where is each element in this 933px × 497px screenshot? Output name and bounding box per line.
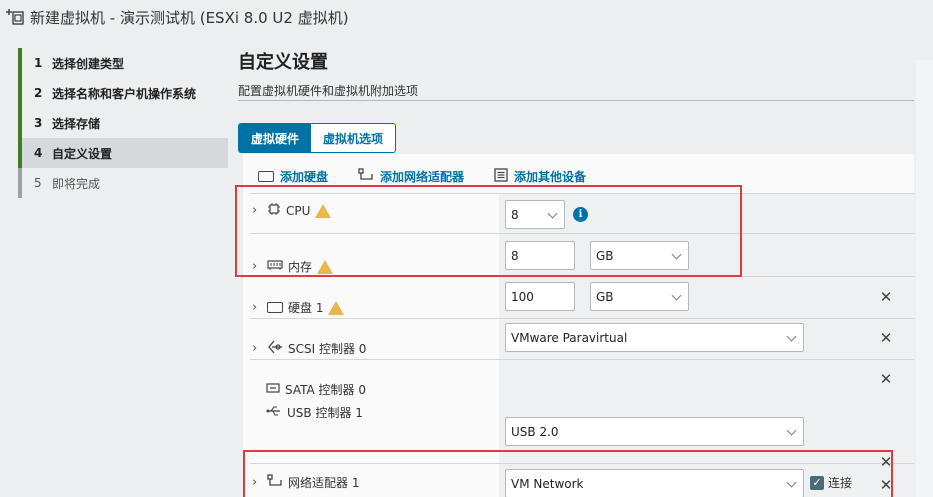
step-label: 选择创建类型 xyxy=(52,56,125,71)
hard-disk-row-label[interactable]: › 硬盘 1 xyxy=(252,299,345,316)
step-select-storage[interactable]: 3 选择存储 xyxy=(18,108,228,138)
scsi-label: SCSI 控制器 0 xyxy=(288,342,367,356)
remove-sata-button[interactable]: ✕ xyxy=(879,370,893,388)
step-label: 自定义设置 xyxy=(52,146,113,161)
hard-disk-icon xyxy=(267,302,283,313)
remove-scsi-button[interactable]: ✕ xyxy=(879,329,893,347)
add-hard-disk-label: 添加硬盘 xyxy=(280,170,329,184)
step-number: 3 xyxy=(34,116,43,130)
highlight-box-cpu-memory xyxy=(235,185,742,277)
usb-type-select[interactable]: USB 2.0 xyxy=(505,417,804,446)
expand-chevron-icon[interactable]: › xyxy=(252,341,262,356)
usb-type-value: USB 2.0 xyxy=(511,424,559,439)
hard-disk-unit-value: GB xyxy=(596,289,614,304)
usb-icon xyxy=(266,405,282,420)
step-number: 4 xyxy=(34,146,43,160)
tab-vm-options[interactable]: 虚拟机选项 xyxy=(311,124,396,152)
main-header: 自定义设置 配置虚拟机硬件和虚拟机附加选项 xyxy=(238,44,914,99)
hard-disk-icon xyxy=(258,171,274,182)
step-label: 即将完成 xyxy=(52,176,101,191)
step-number: 5 xyxy=(34,176,42,190)
hard-disk-size-value: 100 xyxy=(511,289,534,304)
hard-disk-label: 硬盘 1 xyxy=(288,301,324,315)
scsi-row-label[interactable]: › SCSI 控制器 0 xyxy=(252,340,366,357)
warning-icon xyxy=(328,300,345,315)
step-select-creation-type[interactable]: 1 选择创建类型 xyxy=(18,48,228,78)
step-number: 1 xyxy=(34,56,43,70)
add-network-adapter-button[interactable]: 添加网络适配器 xyxy=(358,168,464,185)
device-list-icon xyxy=(494,168,508,185)
chevron-down-icon xyxy=(671,290,682,301)
row-divider xyxy=(250,359,914,360)
tab-virtual-hardware[interactable]: 虚拟硬件 xyxy=(239,124,312,152)
title-bar: 新建虚拟机 - 演示测试机 (ESXi 8.0 U2 虚拟机) xyxy=(0,0,933,34)
step-ready-to-complete: 5 即将完成 xyxy=(18,168,228,198)
hard-disk-size-input[interactable]: 100 xyxy=(505,282,575,311)
expand-chevron-icon[interactable]: › xyxy=(252,300,262,315)
sata-label: SATA 控制器 0 xyxy=(285,383,366,397)
settings-tabs: 虚拟硬件 虚拟机选项 xyxy=(238,123,397,153)
add-hard-disk-button[interactable]: 添加硬盘 xyxy=(258,168,328,185)
scsi-type-select[interactable]: VMware Paravirtual xyxy=(505,323,804,352)
highlight-box-network xyxy=(243,450,893,497)
chevron-down-icon xyxy=(786,331,797,342)
sata-controller-icon xyxy=(266,382,280,397)
step-select-name-os[interactable]: 2 选择名称和客户机操作系统 xyxy=(18,78,228,108)
step-label: 选择存储 xyxy=(52,116,101,131)
usb-row-label: USB 控制器 1 xyxy=(266,404,363,421)
new-vm-icon xyxy=(4,6,26,28)
page-subtitle: 配置虚拟机硬件和虚拟机附加选项 xyxy=(238,84,419,98)
wizard-steps: 1 选择创建类型 2 选择名称和客户机操作系统 3 选择存储 4 自定义设置 5… xyxy=(18,48,228,198)
header-divider xyxy=(238,100,914,101)
step-number: 2 xyxy=(34,86,43,100)
add-other-device-label: 添加其他设备 xyxy=(514,170,587,184)
add-network-adapter-label: 添加网络适配器 xyxy=(380,170,465,184)
scrollbar[interactable] xyxy=(916,60,933,497)
scsi-controller-icon xyxy=(267,340,283,357)
network-adapter-icon xyxy=(358,168,374,185)
add-other-device-button[interactable]: 添加其他设备 xyxy=(494,168,586,185)
scsi-type-value: VMware Paravirtual xyxy=(511,330,628,345)
sata-row-label: SATA 控制器 0 xyxy=(266,381,366,398)
step-customize-settings[interactable]: 4 自定义设置 xyxy=(18,138,228,168)
page-title: 自定义设置 xyxy=(238,52,328,73)
remove-hard-disk-button[interactable]: ✕ xyxy=(879,288,893,306)
hard-disk-unit-select[interactable]: GB xyxy=(590,282,689,311)
add-device-toolbar: 添加硬盘 添加网络适配器 添加其他设备 xyxy=(258,168,586,185)
row-divider xyxy=(250,318,914,319)
step-label: 选择名称和客户机操作系统 xyxy=(52,86,197,101)
chevron-down-icon xyxy=(786,425,797,436)
window-title: 新建虚拟机 - 演示测试机 (ESXi 8.0 U2 虚拟机) xyxy=(30,8,349,27)
usb-label: USB 控制器 1 xyxy=(287,406,363,420)
